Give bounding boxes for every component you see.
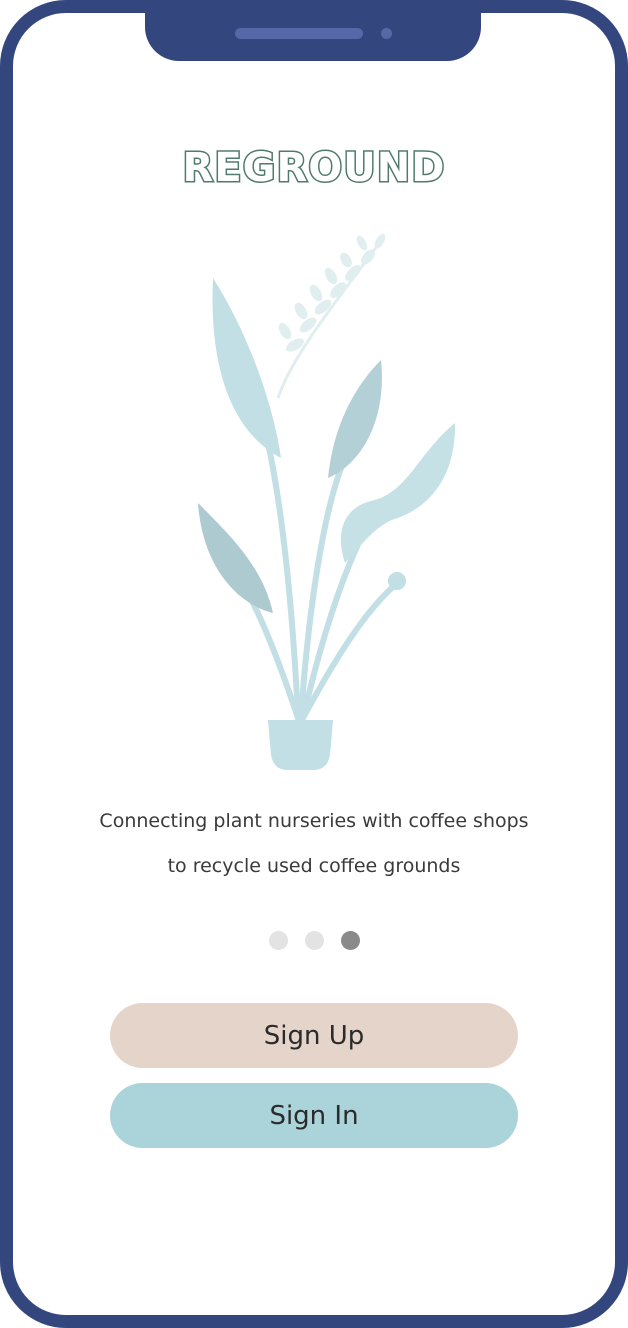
- flower-bud: [388, 572, 406, 590]
- tagline-line-1: Connecting plant nurseries with coffee s…: [99, 810, 529, 832]
- sign-in-button[interactable]: Sign In: [110, 1083, 518, 1148]
- plant-pot: [268, 720, 333, 770]
- phone-frame: REGROUND Connecting plant nurseries with…: [0, 0, 628, 1328]
- leaf-lower-left: [198, 503, 273, 613]
- app-logo: REGROUND: [181, 144, 446, 193]
- leaf-center: [328, 360, 382, 478]
- leaf-tall-left: [212, 278, 281, 458]
- phone-notch: [145, 13, 481, 61]
- sign-up-button[interactable]: Sign Up: [110, 1003, 518, 1068]
- carousel-dot-3-active[interactable]: [340, 931, 360, 950]
- potted-plant-illustration: [198, 233, 456, 770]
- carousel-pagination: [13, 931, 615, 950]
- carousel-dot-2[interactable]: [304, 931, 324, 950]
- carousel-dot-1[interactable]: [268, 931, 288, 950]
- plant-stems: [250, 440, 398, 721]
- tagline-line-2: to recycle used coffee grounds: [167, 855, 461, 877]
- front-camera: [381, 28, 392, 39]
- speaker-grille: [235, 28, 363, 39]
